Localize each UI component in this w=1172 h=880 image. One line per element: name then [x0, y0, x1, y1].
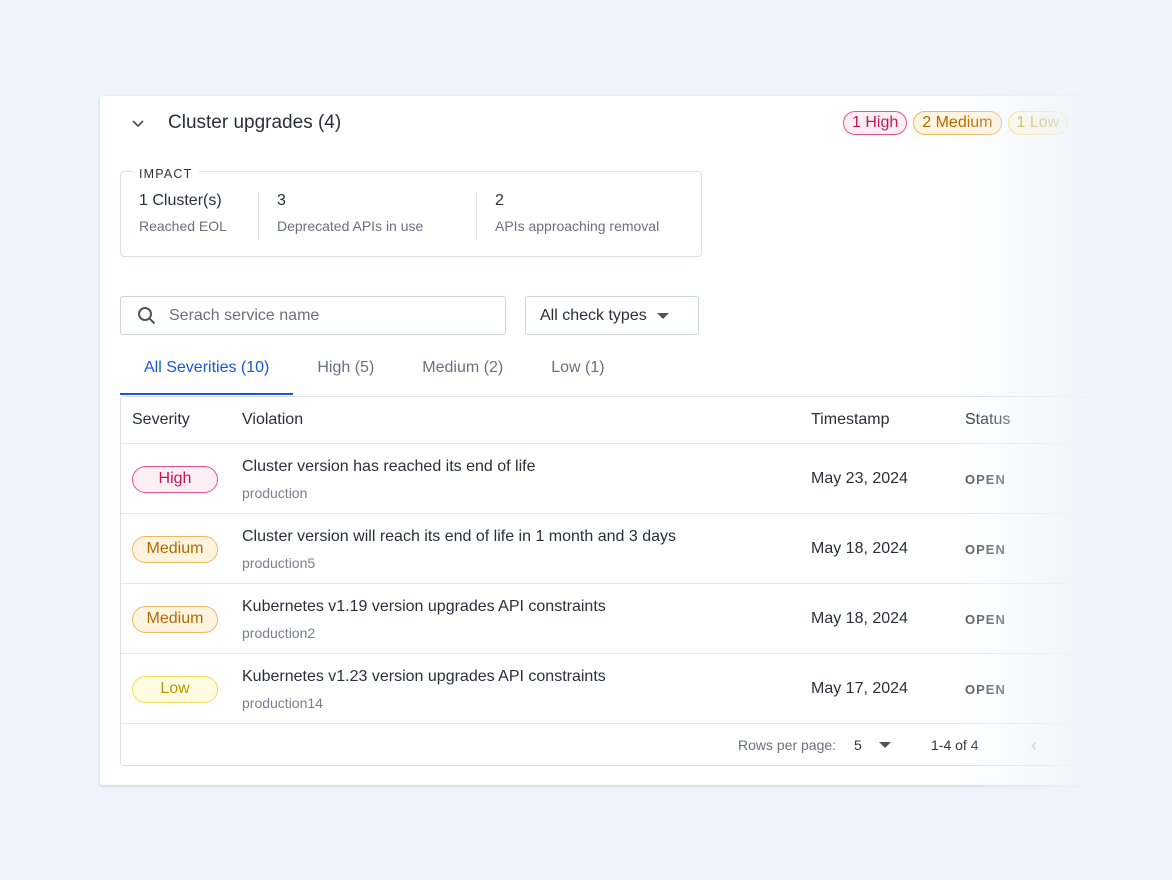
table-row[interactable]: Medium Kubernetes v1.19 version upgrades… — [121, 584, 1172, 654]
check-type-select[interactable]: All check types — [525, 296, 699, 335]
rows-per-page-select[interactable]: 5 — [854, 737, 862, 753]
status: OPEN — [965, 542, 1006, 557]
search-icon — [138, 306, 156, 324]
pill-high: 1 High — [843, 111, 908, 135]
tab-all[interactable]: All Severities (10) — [120, 346, 294, 395]
tab-high[interactable]: High (5) — [293, 346, 398, 395]
violations-table: Severity Violation Timestamp Status High… — [120, 396, 1172, 766]
violation-title[interactable]: Cluster version will reach its end of li… — [242, 528, 676, 546]
severity-summary: 1 High 2 Medium 1 Low — [843, 111, 1069, 135]
severity-tabs: All Severities (10) High (5) Medium (2) … — [120, 346, 629, 395]
search-placeholder: Serach service name — [169, 306, 320, 324]
table-header: Severity Violation Timestamp Status — [121, 397, 1172, 444]
severity-badge: Medium — [132, 536, 218, 563]
severity-badge: Medium — [132, 606, 218, 633]
service-name: production — [242, 485, 308, 501]
column-timestamp[interactable]: Timestamp — [811, 411, 890, 429]
severity-badge: Low — [132, 676, 218, 703]
stat-value: 2 — [495, 192, 504, 209]
column-status[interactable]: Status — [965, 411, 1010, 429]
stat-removal: 2 APIs approaching removal — [476, 192, 696, 240]
stat-eol: 1 Cluster(s) Reached EOL — [121, 192, 258, 240]
column-severity[interactable]: Severity — [132, 411, 190, 429]
tab-low[interactable]: Low (1) — [527, 346, 628, 395]
service-name: production5 — [242, 555, 316, 571]
timestamp: May 18, 2024 — [811, 610, 908, 627]
timestamp: May 17, 2024 — [811, 680, 908, 697]
table-row[interactable]: High Cluster version has reached its end… — [121, 444, 1172, 514]
impact-label: IMPACT — [133, 167, 199, 181]
table-row[interactable]: Low Kubernetes v1.23 version upgrades AP… — [121, 654, 1172, 724]
status: OPEN — [965, 612, 1006, 627]
timestamp: May 18, 2024 — [811, 540, 908, 557]
severity-badge: High — [132, 466, 218, 493]
caret-down-icon — [656, 312, 669, 319]
cluster-upgrades-card: Cluster upgrades (4) 1 High 2 Medium 1 L… — [100, 96, 1172, 785]
violation-title[interactable]: Kubernetes v1.19 version upgrades API co… — [242, 598, 606, 616]
check-type-value: All check types — [540, 306, 647, 324]
chevron-down-icon[interactable] — [130, 115, 146, 131]
service-name: production14 — [242, 695, 323, 711]
stat-label: Deprecated APIs in use — [277, 218, 424, 234]
status: OPEN — [965, 472, 1006, 487]
section-header[interactable]: Cluster upgrades (4) — [130, 112, 341, 134]
table-row[interactable]: Medium Cluster version will reach its en… — [121, 514, 1172, 584]
rows-per-page-label: Rows per page: — [738, 737, 837, 753]
stat-label: Reached EOL — [139, 218, 227, 234]
impact-box: IMPACT 1 Cluster(s) Reached EOL 3 Deprecat… — [120, 167, 702, 257]
stat-label: APIs approaching removal — [495, 218, 660, 234]
stat-value: 1 Cluster(s) — [139, 192, 222, 209]
caret-down-icon[interactable] — [879, 742, 891, 748]
tab-medium[interactable]: Medium (2) — [398, 346, 527, 395]
page-range: 1-4 of 4 — [931, 737, 979, 753]
violation-title[interactable]: Cluster version has reached its end of l… — [242, 458, 535, 476]
status: OPEN — [965, 682, 1006, 697]
stat-value: 3 — [277, 192, 286, 209]
stat-deprecated: 3 Deprecated APIs in use — [258, 192, 476, 240]
search-input[interactable]: Serach service name — [120, 296, 506, 335]
pill-medium: 2 Medium — [913, 111, 1002, 135]
timestamp: May 23, 2024 — [811, 470, 908, 487]
prev-page-icon[interactable]: ‹ — [1031, 735, 1037, 756]
column-violation[interactable]: Violation — [242, 411, 303, 429]
section-title: Cluster upgrades (4) — [168, 112, 342, 133]
service-name: production2 — [242, 625, 316, 641]
pill-low: 1 Low — [1007, 111, 1069, 135]
violation-title[interactable]: Kubernetes v1.23 version upgrades API co… — [242, 668, 606, 686]
